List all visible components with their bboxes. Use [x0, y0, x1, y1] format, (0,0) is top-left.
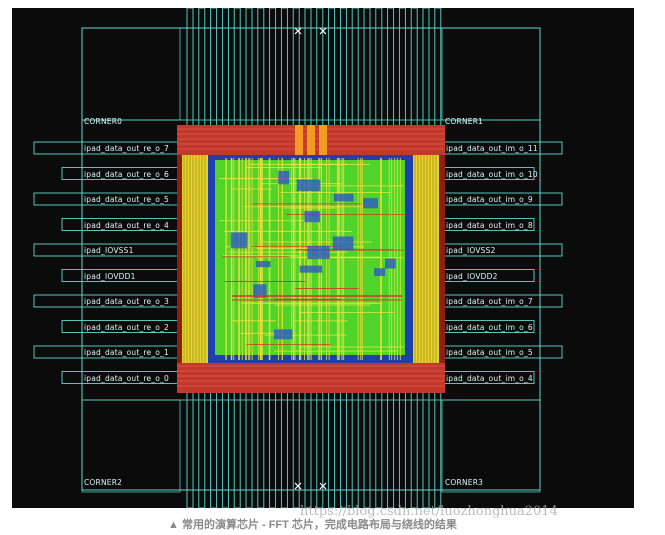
right-pad-label-4: ipad_IOVSS2	[446, 246, 496, 255]
chip-layout-view: CORNER0 CORNER1 CORNER2 CORNER3 ipad_dat…	[12, 8, 634, 508]
left-pad-label-5: ipad_IOVDD1	[84, 271, 136, 281]
top-pad-finger	[339, 8, 347, 127]
top-pad-finger	[375, 8, 383, 127]
right-pad-label-0: ipad_data_out_im_o_11	[446, 144, 538, 153]
top-pad-finger	[316, 8, 324, 127]
top-connector	[307, 125, 315, 155]
right-pad-label-5: ipad_IOVDD2	[446, 271, 498, 281]
right-pad-label-9: ipad_data_out_im_o_4	[446, 373, 533, 383]
top-pad-finger	[387, 8, 395, 127]
top-pad-finger	[257, 8, 265, 127]
chip-layout-drawing	[33, 8, 563, 508]
corner-cell	[441, 27, 541, 121]
right-pad-label-8: ipad_data_out_im_o_5	[446, 348, 533, 357]
right-pad-label-2: ipad_data_out_im_o_9	[446, 195, 533, 204]
top-pad-finger	[410, 8, 418, 127]
right-pad-label-6: ipad_data_out_im_o_7	[446, 297, 533, 306]
blue-patch	[374, 268, 386, 276]
left-pad-label-6: ipad_data_out_re_o_3	[84, 297, 170, 306]
left-pad-label-4: ipad_IOVSS1	[84, 246, 134, 255]
left-pad-label-7: ipad_data_out_re_o_2	[84, 322, 170, 332]
top-pad-finger	[363, 8, 371, 127]
left-rail	[182, 155, 208, 363]
right-pad-label-7: ipad_data_out_im_o_6	[446, 322, 533, 332]
top-pad-finger	[186, 8, 194, 127]
top-pad-finger	[328, 8, 336, 127]
blue-patch	[307, 245, 330, 260]
top-pad-finger	[422, 8, 430, 127]
left-pad-label-3: ipad_data_out_re_o_4	[84, 220, 170, 230]
right-rail	[413, 155, 439, 363]
top-pad-finger	[198, 8, 206, 127]
top-pad-finger	[304, 8, 312, 127]
corner-label-bottom-left: CORNER2	[84, 478, 123, 487]
left-pad-label-1: ipad_data_out_re_o_6	[84, 169, 170, 179]
top-pad-finger	[351, 8, 359, 127]
blue-patch	[256, 260, 271, 268]
top-connector	[319, 125, 327, 155]
top-pad-finger	[245, 8, 253, 127]
top-pad-finger	[280, 8, 288, 127]
blue-patch	[230, 232, 248, 249]
top-pad-finger	[292, 8, 300, 127]
top-pad-finger	[398, 8, 406, 127]
blue-patch	[278, 170, 290, 185]
top-pad-finger	[233, 8, 241, 127]
blue-patch	[363, 198, 378, 209]
power-ring-bottom	[177, 363, 445, 393]
blue-patch	[273, 329, 293, 340]
corner-cell	[81, 27, 181, 121]
watermark-url: https://blog.csdn.net/luozhonghua2014	[300, 504, 558, 519]
blue-patch	[332, 236, 354, 251]
corner-label-bottom-right: CORNER3	[445, 478, 484, 487]
top-pad-finger	[434, 8, 442, 127]
blue-patch	[296, 179, 321, 192]
left-pad-label-0: ipad_data_out_re_o_7	[84, 144, 170, 153]
corner-label-top-right: CORNER1	[445, 117, 484, 126]
left-pad-label-2: ipad_data_out_re_o_5	[84, 195, 170, 204]
right-pad-label-1: ipad_data_out_im_o_10	[446, 169, 538, 179]
corner-label-top-left: CORNER0	[84, 117, 123, 126]
left-pad-label-9: ipad_data_out_re_o_0	[84, 373, 170, 383]
top-pad-finger	[221, 8, 229, 127]
blue-patch	[304, 211, 321, 223]
right-pad-label-3: ipad_data_out_im_o_8	[446, 220, 533, 230]
blue-patch	[334, 193, 354, 202]
blue-patch	[385, 258, 396, 269]
left-pad-label-8: ipad_data_out_re_o_1	[84, 348, 170, 357]
top-connector	[295, 125, 303, 155]
top-pad-finger	[210, 8, 218, 127]
blue-patch	[299, 265, 323, 273]
top-pad-finger	[269, 8, 277, 127]
